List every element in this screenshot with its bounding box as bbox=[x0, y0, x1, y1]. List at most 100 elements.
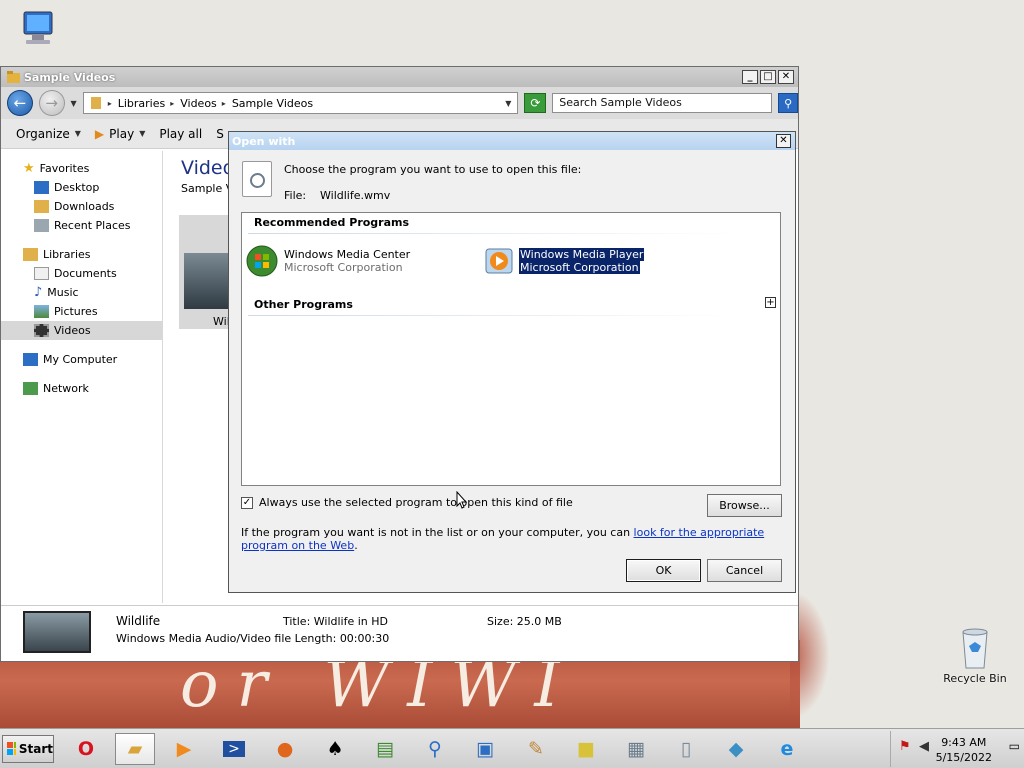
recent-places-icon bbox=[34, 219, 49, 232]
program-publisher: Microsoft Corporation bbox=[284, 261, 403, 274]
program-text: Windows Media Player Microsoft Corporatio… bbox=[519, 248, 645, 274]
star-icon: ★ bbox=[23, 161, 35, 176]
taskbar-snipping-tool[interactable]: ◆ bbox=[716, 733, 756, 765]
play-icon: ▶ bbox=[94, 126, 105, 141]
start-button[interactable]: Start bbox=[2, 735, 54, 763]
taskbar-remote-desktop[interactable]: ▣ bbox=[465, 733, 505, 765]
video-thumbnail-item[interactable]: Wil bbox=[179, 215, 235, 329]
close-button[interactable]: ✕ bbox=[778, 70, 794, 84]
section-divider bbox=[248, 315, 738, 316]
taskbar-notepad[interactable]: ▯ bbox=[666, 733, 706, 765]
clock-date: 5/15/2022 bbox=[935, 751, 992, 764]
dialog-close-button[interactable]: ✕ bbox=[776, 134, 791, 148]
ok-button[interactable]: OK bbox=[626, 559, 701, 582]
forward-button[interactable]: → bbox=[38, 90, 65, 116]
start-label: Start bbox=[18, 742, 53, 756]
organize-label: Organize bbox=[16, 126, 70, 141]
address-dropdown[interactable]: ▼ bbox=[505, 99, 511, 108]
program-name: Windows Media Center bbox=[284, 248, 411, 261]
taskbar-internet-explorer[interactable]: e bbox=[767, 733, 807, 765]
play-button[interactable]: ▶ Play ▼ bbox=[95, 127, 145, 141]
nav-videos[interactable]: Videos bbox=[1, 321, 162, 340]
nav-documents[interactable]: Documents bbox=[1, 264, 162, 283]
magnifier-icon: ⚲ bbox=[428, 738, 442, 760]
taskbar-solitaire[interactable]: ♠ bbox=[315, 733, 355, 765]
search-button[interactable]: ⚲ bbox=[778, 93, 799, 113]
show-desktop-icon[interactable]: ▭ bbox=[1009, 739, 1020, 753]
nav-desktop[interactable]: Desktop bbox=[1, 178, 162, 197]
nav-network[interactable]: Network bbox=[1, 379, 162, 398]
program-windows-media-player[interactable]: Windows Media Player Microsoft Corporatio… bbox=[485, 247, 645, 275]
recent-pages-dropdown[interactable]: ▼ bbox=[71, 99, 77, 108]
breadcrumb-sample-videos[interactable]: Sample Videos bbox=[232, 97, 313, 110]
nav-label: Recent Places bbox=[54, 219, 131, 232]
address-separator: ▸ bbox=[107, 98, 112, 108]
details-title: Title: Wildlife in HD bbox=[283, 615, 389, 628]
dialog-titlebar[interactable]: Open with bbox=[229, 132, 795, 150]
cancel-button[interactable]: Cancel bbox=[707, 559, 782, 582]
nav-music[interactable]: ♪ Music bbox=[1, 283, 162, 302]
program-windows-media-center[interactable]: Windows Media Center Microsoft Corporatio… bbox=[246, 245, 410, 277]
breadcrumb-videos[interactable]: Videos ▸ bbox=[180, 97, 226, 110]
nav-recent-places[interactable]: Recent Places bbox=[1, 216, 162, 235]
desktop-icon-recycle-bin[interactable]: Recycle Bin bbox=[940, 624, 1010, 685]
details-size: Size: 25.0 MB bbox=[487, 615, 562, 628]
minimize-button[interactable]: _ bbox=[742, 70, 758, 84]
breadcrumb-arrow: ▸ bbox=[170, 98, 175, 108]
taskbar-powershell[interactable]: > bbox=[214, 733, 254, 765]
maximize-button[interactable]: □ bbox=[760, 70, 776, 84]
scissors-icon: ◆ bbox=[728, 738, 744, 760]
program-name: Windows Media Player bbox=[519, 248, 645, 261]
clock[interactable]: 9:43 AM 5/15/2022 bbox=[936, 735, 992, 765]
address-box[interactable]: ▸ Libraries ▸ Videos ▸ Sample Videos ▼ bbox=[82, 92, 519, 114]
always-use-checkbox[interactable]: ✓ Always use the selected program to ope… bbox=[241, 496, 573, 509]
file-name: Wildlife.wmv bbox=[320, 189, 391, 202]
taskbar-paint[interactable]: ✎ bbox=[516, 733, 556, 765]
nav-libraries[interactable]: Libraries bbox=[1, 245, 162, 264]
breadcrumb-label: Videos bbox=[180, 96, 217, 110]
mouse-cursor-icon bbox=[456, 491, 468, 509]
nav-downloads[interactable]: Downloads bbox=[1, 197, 162, 216]
search-input[interactable]: Search Sample Videos bbox=[552, 93, 773, 113]
play-all-label: Play all bbox=[159, 126, 203, 141]
expand-other-programs-button[interactable]: + bbox=[765, 297, 776, 308]
recycle-bin-icon bbox=[962, 628, 988, 669]
section-divider bbox=[248, 233, 738, 234]
internet-explorer-icon: e bbox=[780, 738, 794, 760]
taskbar-task-manager[interactable]: ▤ bbox=[365, 733, 405, 765]
play-all-button[interactable]: Play all bbox=[159, 127, 202, 141]
nav-label: Desktop bbox=[54, 181, 100, 194]
documents-icon bbox=[34, 267, 49, 280]
volume-muted-icon[interactable]: ◀ bbox=[919, 739, 929, 754]
nav-pictures[interactable]: Pictures bbox=[1, 302, 162, 321]
breadcrumb-libraries[interactable]: Libraries ▸ bbox=[118, 97, 175, 110]
powershell-icon: > bbox=[223, 741, 245, 757]
more-command-button[interactable]: S bbox=[216, 127, 224, 141]
program-list[interactable]: Recommended Programs Windows Media Cente… bbox=[241, 212, 781, 486]
back-button[interactable]: ← bbox=[7, 90, 33, 116]
nav-favorites[interactable]: ★ Favorites bbox=[1, 159, 162, 178]
taskbar-search[interactable]: ⚲ bbox=[415, 733, 455, 765]
windows-media-player-icon bbox=[485, 248, 513, 274]
action-center-flag-icon[interactable]: ⚑ bbox=[899, 739, 911, 754]
folder-icon bbox=[7, 70, 20, 83]
explorer-titlebar[interactable]: Sample Videos _ □ ✕ bbox=[1, 67, 798, 87]
explorer-title: Sample Videos bbox=[24, 70, 116, 84]
nav-label: Libraries bbox=[43, 248, 91, 261]
organize-menu[interactable]: Organize ▼ bbox=[16, 127, 81, 141]
music-icon: ♪ bbox=[34, 285, 43, 300]
taskbar-explorer[interactable]: ▰ bbox=[115, 733, 155, 765]
refresh-button[interactable]: ⟳ bbox=[524, 93, 547, 113]
always-use-label: Always use the selected program to open … bbox=[259, 496, 573, 509]
taskbar-sticky-notes[interactable]: ■ bbox=[566, 733, 606, 765]
details-pane: Wildlife Windows Media Audio/Video file … bbox=[1, 605, 798, 661]
desktop-icon-computer[interactable] bbox=[3, 8, 73, 48]
nav-my-computer[interactable]: My Computer bbox=[1, 350, 162, 369]
taskbar-media-player[interactable]: ▶ bbox=[164, 733, 204, 765]
breadcrumb-arrow: ▸ bbox=[221, 98, 226, 108]
browse-button[interactable]: Browse... bbox=[707, 494, 782, 517]
taskbar-calculator[interactable]: ▦ bbox=[616, 733, 656, 765]
taskbar-firefox[interactable]: ● bbox=[265, 733, 305, 765]
downloads-icon bbox=[34, 200, 49, 213]
taskbar-opera[interactable]: O bbox=[66, 733, 106, 765]
